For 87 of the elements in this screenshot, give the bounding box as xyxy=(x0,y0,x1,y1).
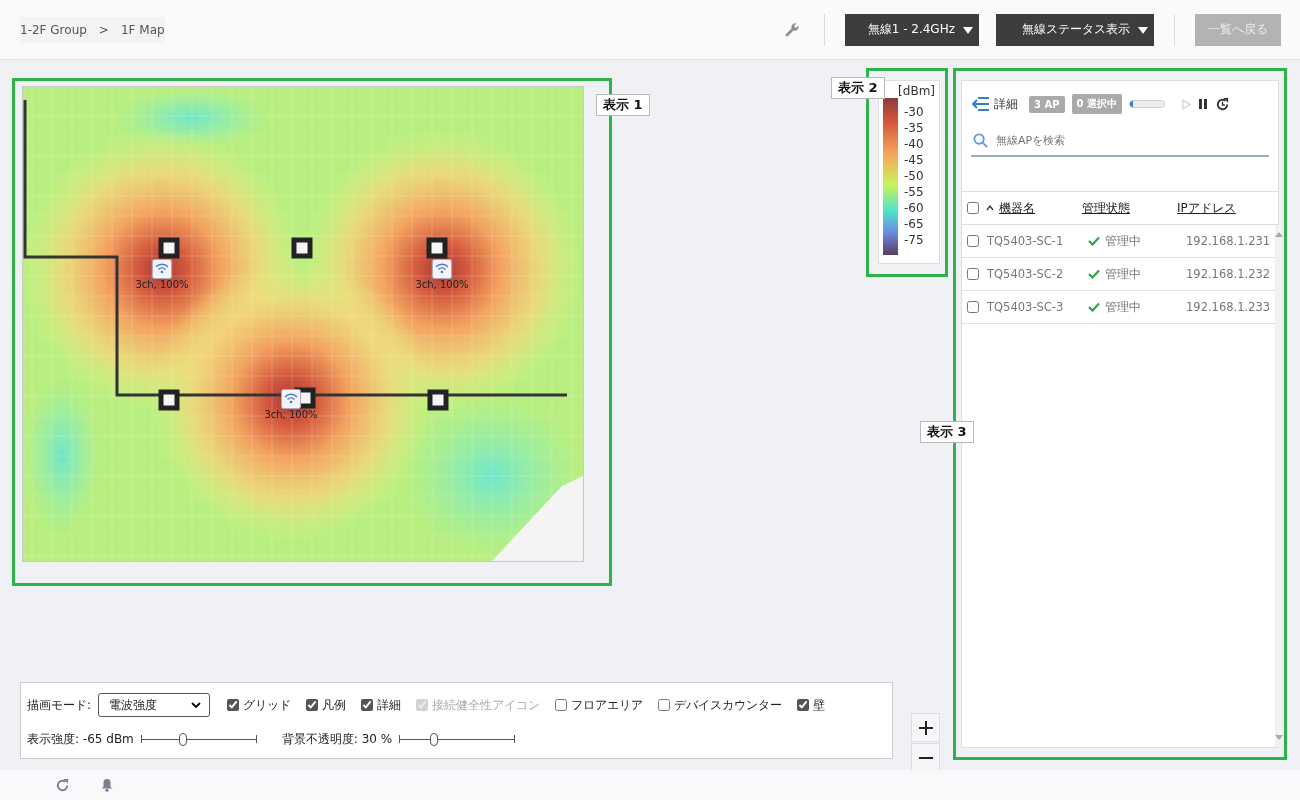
column-header[interactable]: 機器名 xyxy=(999,199,1077,217)
slider-thumb[interactable] xyxy=(429,732,438,746)
collapse-icon[interactable] xyxy=(972,97,990,111)
legend-tick: -35 xyxy=(904,120,924,136)
minus-icon xyxy=(918,756,933,759)
selected-count-badge: 0 選択中 xyxy=(1071,94,1122,114)
checkbox-label: 壁 xyxy=(813,696,826,714)
ap-count-badge: 3 AP xyxy=(1029,95,1065,113)
status-dropdown[interactable]: 無線ステータス表示 xyxy=(996,13,1154,46)
search-icon xyxy=(973,133,988,148)
option-checkbox[interactable] xyxy=(797,699,810,711)
table-cell: 192.168.1.233 xyxy=(1186,300,1271,314)
zoom-in-button[interactable] xyxy=(911,713,940,742)
zoom-out-button[interactable] xyxy=(911,743,940,772)
checkbox-label: デバイスカウンター xyxy=(674,696,783,714)
caret-icon xyxy=(963,24,973,35)
access-point-label: 3ch, 100% xyxy=(415,279,469,290)
check-icon xyxy=(1088,236,1100,246)
anchor-marker[interactable] xyxy=(427,389,449,411)
legend-unit: [dBm] xyxy=(898,84,935,98)
mode-select[interactable]: 電波強度 xyxy=(98,693,211,717)
annotation-label: 表示 3 xyxy=(920,421,974,443)
slider-track[interactable] xyxy=(140,732,257,747)
chevron-icon xyxy=(191,702,202,708)
row-checkbox[interactable] xyxy=(967,268,979,280)
anchor-marker[interactable] xyxy=(158,237,180,259)
access-point-label: 3ch, 100% xyxy=(264,409,318,420)
anchor-marker[interactable] xyxy=(291,237,313,259)
caret-icon xyxy=(1138,24,1148,35)
access-point-icon[interactable] xyxy=(152,259,172,279)
table-cell: 管理中 xyxy=(1105,299,1141,315)
slider-thumb[interactable] xyxy=(178,732,187,746)
slider-track[interactable] xyxy=(399,732,516,747)
check-icon xyxy=(1088,269,1100,279)
table-cell-text: TQ5403-SC-2 xyxy=(987,267,1065,281)
plus-icon xyxy=(918,720,933,735)
bell-icon[interactable] xyxy=(100,778,114,792)
pause-icon[interactable] xyxy=(1197,98,1208,110)
search-field[interactable]: 無線APを検索 xyxy=(996,132,1267,149)
checkbox-label: グリッド xyxy=(243,696,292,714)
option-checkbox[interactable] xyxy=(658,699,671,711)
table-cell-text: TQ5403-SC-1 xyxy=(987,234,1065,248)
table-cell: 管理中 xyxy=(1105,233,1141,249)
panel-title: 詳細 xyxy=(994,95,1018,113)
legend-tick: -75 xyxy=(904,232,924,248)
column-header[interactable]: IPアドレス xyxy=(1177,199,1236,217)
slider-label: 表示強度: -65 dBm xyxy=(27,731,134,748)
anchor-marker[interactable] xyxy=(426,237,448,259)
legend-tick: -60 xyxy=(904,200,924,216)
option-checkbox[interactable] xyxy=(555,699,568,711)
legend-tick: -45 xyxy=(904,152,924,168)
checkbox-label: フロアエリア xyxy=(571,696,644,714)
sort-caret-icon[interactable] xyxy=(986,205,994,211)
access-point-icon[interactable] xyxy=(281,389,301,409)
breadcrumb-item[interactable]: 1F Map xyxy=(120,22,165,37)
checkbox-label: 接続健全性アイコン xyxy=(432,696,541,714)
column-header[interactable]: 管理状態 xyxy=(1082,199,1172,217)
annotation-label: 表示 2 xyxy=(831,77,885,99)
mode-label: 描画モード: xyxy=(27,696,92,714)
slider-label: 背景不透明度: 30 % xyxy=(281,731,393,748)
wrench-icon[interactable] xyxy=(784,21,800,38)
row-checkbox[interactable] xyxy=(967,235,979,247)
select-all-checkbox[interactable] xyxy=(967,202,979,214)
breadcrumb-item[interactable]: 1-2F Group xyxy=(20,22,87,37)
option-checkbox[interactable] xyxy=(306,699,319,711)
checkbox-label: 詳細 xyxy=(377,696,402,714)
access-point-icon[interactable] xyxy=(432,259,452,279)
band-dropdown[interactable]: 無線1 - 2.4GHz xyxy=(845,13,979,46)
checkbox-label: 凡例 xyxy=(322,696,347,714)
legend-tick: -50 xyxy=(904,168,924,184)
option-checkbox[interactable] xyxy=(227,699,240,711)
table-cell-text: TQ5403-SC-3 xyxy=(987,300,1065,314)
table-cell: 管理中 xyxy=(1105,266,1141,282)
option-checkbox[interactable] xyxy=(361,699,374,711)
breadcrumb-item[interactable]: > xyxy=(98,22,109,37)
annotation-label: 表示 1 xyxy=(596,94,650,116)
legend-tick: -55 xyxy=(904,184,924,200)
check-icon xyxy=(1088,302,1100,312)
anchor-marker[interactable] xyxy=(158,389,180,411)
row-checkbox[interactable] xyxy=(967,301,979,313)
legend-tick: -30 xyxy=(904,104,924,120)
access-point-label: 3ch, 100% xyxy=(135,279,189,290)
table-cell: 192.168.1.232 xyxy=(1186,267,1271,281)
refresh-icon[interactable] xyxy=(1214,96,1230,112)
legend-tick: -65 xyxy=(904,216,924,232)
legend-tick: -40 xyxy=(904,136,924,152)
table-cell: 192.168.1.231 xyxy=(1186,234,1271,248)
